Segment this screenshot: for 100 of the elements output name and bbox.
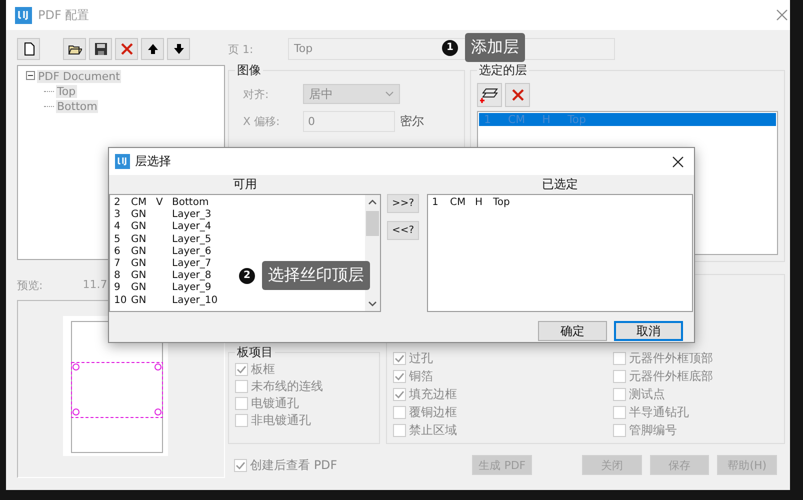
- x-offset-field[interactable]: 0: [303, 110, 395, 132]
- page-icon: [22, 42, 36, 56]
- remove-layer-button[interactable]: [505, 83, 530, 107]
- list-cell-text: 3: [114, 209, 122, 222]
- toolbar-button[interactable]: [167, 38, 190, 60]
- checkbox-label: 未布线的连线: [251, 378, 323, 395]
- checkbox[interactable]: [613, 406, 626, 419]
- tree-item[interactable]: PDF Document: [37, 70, 121, 83]
- checkbox-label: 电镀通孔: [251, 395, 299, 412]
- list-cell: Layer_9: [172, 282, 212, 294]
- up-arrow-icon: [146, 42, 160, 56]
- list-cell-text: GN: [131, 221, 148, 234]
- list-header: 已选定: [542, 176, 578, 193]
- scrollbar[interactable]: [365, 195, 380, 311]
- toolbar-button[interactable]: [17, 38, 40, 60]
- checkbox-label: 创建后查看 PDF: [250, 456, 338, 474]
- list-cell: Layer_10: [172, 294, 218, 307]
- ok-button[interactable]: 确定: [538, 321, 607, 341]
- list-header: 可用: [233, 176, 257, 193]
- cross-icon: [120, 42, 134, 56]
- list-cell-text: 1: [432, 197, 440, 210]
- toolbar-button[interactable]: [89, 38, 112, 60]
- checkbox[interactable]: [393, 388, 406, 401]
- checkbox-label: 管脚编号: [629, 422, 677, 439]
- list-cell: Bottom: [172, 197, 209, 210]
- close-icon[interactable]: [672, 156, 684, 168]
- checkbox[interactable]: [393, 424, 406, 437]
- field-label: X 偏移:: [242, 114, 281, 128]
- checkbox[interactable]: [613, 388, 626, 401]
- toolbar-button[interactable]: [141, 38, 164, 60]
- group-title: 选定的层: [478, 62, 528, 79]
- list-cell-text: 10: [114, 294, 128, 307]
- tree-item[interactable]: Bottom: [56, 100, 98, 113]
- page-label: 页 1:: [228, 42, 254, 56]
- checkbox-label: 半导通钻孔: [629, 404, 689, 421]
- checkbox-label: 元器件外框顶部: [629, 350, 713, 367]
- down-arrow-icon: [172, 42, 186, 56]
- list-cell: Layer_6: [172, 246, 212, 258]
- checkbox[interactable]: [393, 352, 406, 365]
- list-cell: H: [542, 113, 550, 126]
- checkbox-label: 禁止区域: [409, 422, 457, 439]
- list-cell: Layer_7: [172, 258, 212, 270]
- checkbox-label: 元器件外框底部: [629, 368, 713, 385]
- list-cell-text: 6: [114, 246, 122, 258]
- collapse-icon[interactable]: [26, 70, 35, 83]
- cancel-button[interactable]: 取消: [614, 321, 683, 341]
- list-cell-text: GN: [131, 234, 148, 246]
- callout-tooltip: 添加层: [465, 33, 525, 62]
- checkbox-label: 铜箔: [409, 368, 433, 385]
- add-button[interactable]: >>?: [387, 194, 419, 213]
- floppy-icon: [94, 42, 108, 56]
- tree-item[interactable]: Top: [56, 85, 77, 98]
- scrollbar-thumb[interactable]: [366, 211, 379, 236]
- checkbox[interactable]: [234, 458, 247, 472]
- list-cell-text: CM: [450, 197, 467, 210]
- remove-button[interactable]: <<?: [387, 221, 419, 240]
- checkbox[interactable]: [235, 380, 248, 393]
- app-icon: [15, 6, 32, 24]
- window-title: PDF 配置: [38, 6, 90, 24]
- checkbox[interactable]: [235, 414, 248, 427]
- checkbox[interactable]: [613, 370, 626, 383]
- list-cell: Layer_8: [172, 270, 212, 282]
- list-cell-text: 7: [114, 258, 122, 270]
- list-cell: Layer_3: [172, 209, 212, 222]
- list-cell-text: 9: [114, 282, 122, 294]
- checkbox-label: 板框: [251, 361, 275, 378]
- checkbox-label: 测试点: [629, 386, 665, 403]
- app-icon: [115, 154, 130, 169]
- list-cell: Top: [567, 113, 586, 126]
- add-layer-button[interactable]: [477, 83, 502, 107]
- preview-size: 11.7: [82, 278, 108, 292]
- list-cell-text: V: [156, 197, 164, 210]
- list-cell: 1: [484, 113, 491, 126]
- list-cell-text: 5: [114, 234, 122, 246]
- list-cell: Layer_4: [172, 221, 212, 234]
- cross-icon: [510, 88, 524, 102]
- list-cell: Top: [493, 197, 510, 210]
- chevron-up-icon[interactable]: [368, 199, 377, 205]
- field-label: 对齐:: [242, 86, 270, 102]
- group-title: 图像: [236, 62, 262, 79]
- chevron-down-icon[interactable]: [368, 301, 377, 307]
- checkbox[interactable]: [235, 397, 248, 410]
- layers-icon: [480, 86, 500, 104]
- checkbox[interactable]: [393, 370, 406, 383]
- checkbox[interactable]: [613, 424, 626, 437]
- checkbox[interactable]: [613, 352, 626, 365]
- callout-tooltip: 选择丝印顶层: [262, 261, 370, 290]
- group-title: 板项目: [236, 344, 274, 361]
- chevron-down-icon: [385, 91, 394, 97]
- checkbox[interactable]: [235, 363, 248, 376]
- align-dropdown[interactable]: 居中: [303, 84, 400, 104]
- checkbox[interactable]: [393, 406, 406, 419]
- list-cell-text: H: [475, 197, 484, 210]
- list-cell-text: 8: [114, 270, 122, 282]
- check-icon: [394, 389, 405, 400]
- list-cell-text: 2: [114, 197, 122, 210]
- check-icon: [394, 371, 405, 382]
- toolbar-button[interactable]: [63, 38, 86, 60]
- list-cell-text: GN: [131, 258, 148, 270]
- checkbox-label: 非电镀通孔: [251, 412, 311, 429]
